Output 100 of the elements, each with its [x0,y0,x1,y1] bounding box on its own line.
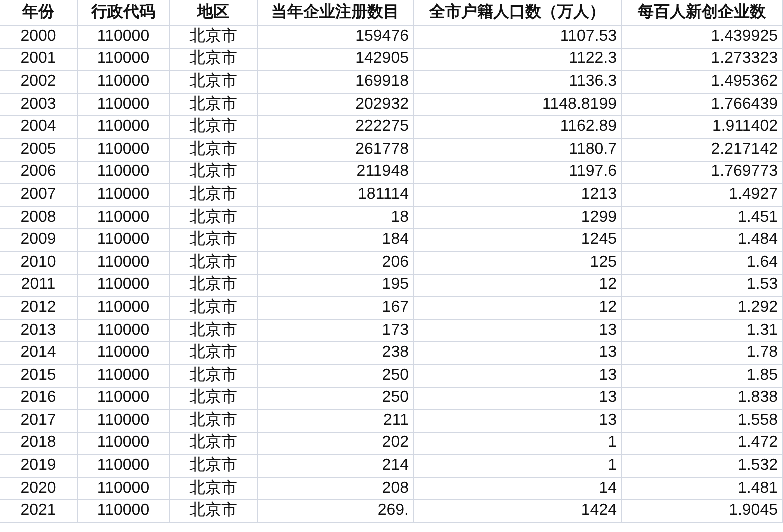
table-cell: 1.911402 [622,116,783,139]
table-cell: 2014 [0,342,78,365]
table-cell: 北京市 [170,297,258,320]
table-cell: 北京市 [170,71,258,94]
table-cell: 1.9045 [622,500,783,524]
table-cell: 110000 [78,162,170,184]
column-header: 当年企业注册数目 [258,0,414,26]
table-cell: 110000 [78,500,170,524]
table-cell: 110000 [78,432,170,456]
table-cell: 167 [258,297,414,320]
table-cell: 125 [414,252,622,275]
table-cell: 1.53 [622,274,783,298]
table-cell: 北京市 [170,162,258,184]
table-cell: 13 [414,388,622,410]
table-cell: 142905 [258,48,414,72]
table-cell: 1.439925 [622,26,783,49]
table-cell: 2017 [0,410,78,433]
table-cell: 2018 [0,432,78,456]
table-cell: 2000 [0,26,78,49]
table-cell: 2005 [0,138,78,162]
table-cell: 110000 [78,297,170,320]
table-cell: 北京市 [170,364,258,388]
table-cell: 12 [414,297,622,320]
table-cell: 13 [414,364,622,388]
table-cell: 1.64 [622,252,783,275]
table-cell: 1.78 [622,342,783,365]
table-cell: 250 [258,388,414,410]
table-cell: 1.484 [622,229,783,252]
table-cell: 1424 [414,500,622,524]
table-cell: 110000 [78,410,170,433]
table-cell: 18 [258,206,414,230]
table-cell: 110000 [78,274,170,298]
table-cell: 1.4927 [622,184,783,207]
table-cell: 1299 [414,206,622,230]
table-cell: 110000 [78,184,170,207]
table-cell: 110000 [78,252,170,275]
table-cell: 北京市 [170,252,258,275]
table-cell: 222275 [258,116,414,139]
column-header: 年份 [0,0,78,26]
table-cell: 238 [258,342,414,365]
table-cell: 211948 [258,162,414,184]
table-cell: 12 [414,274,622,298]
table-cell: 2006 [0,162,78,184]
table-cell: 110000 [78,342,170,365]
table-cell: 110000 [78,478,170,500]
table-cell: 北京市 [170,48,258,72]
table-cell: 110000 [78,320,170,342]
table-cell: 北京市 [170,229,258,252]
table-cell: 1136.3 [414,71,622,94]
table-cell: 211 [258,410,414,433]
table-cell: 214 [258,455,414,478]
table-cell: 1.292 [622,297,783,320]
table-cell: 13 [414,410,622,433]
column-header: 全市户籍人口数（万人） [414,0,622,26]
table-cell: 1 [414,432,622,456]
table-cell: 110000 [78,48,170,72]
table-cell: 110000 [78,71,170,94]
table-cell: 2001 [0,48,78,72]
table-cell: 1.451 [622,206,783,230]
table-cell: 184 [258,229,414,252]
table-cell: 2010 [0,252,78,275]
table-cell: 1.495362 [622,71,783,94]
table-cell: 2015 [0,364,78,388]
table-cell: 202 [258,432,414,456]
table-cell: 北京市 [170,184,258,207]
table-cell: 1197.6 [414,162,622,184]
table-cell: 1107.53 [414,26,622,49]
table-cell: 1.838 [622,388,783,410]
table-cell: 北京市 [170,26,258,49]
table-cell: 169918 [258,71,414,94]
table-cell: 110000 [78,116,170,139]
table-cell: 2021 [0,500,78,524]
table-cell: 250 [258,364,414,388]
table-cell: 北京市 [170,432,258,456]
table-cell: 2007 [0,184,78,207]
table-cell: 2012 [0,297,78,320]
table-cell: 1.558 [622,410,783,433]
column-header: 行政代码 [78,0,170,26]
table-cell: 261778 [258,138,414,162]
table-cell: 1.472 [622,432,783,456]
table-cell: 1122.3 [414,48,622,72]
table-cell: 1.766439 [622,94,783,116]
table-cell: 北京市 [170,320,258,342]
table-cell: 110000 [78,138,170,162]
table-cell: 13 [414,342,622,365]
table-cell: 195 [258,274,414,298]
table-cell: 13 [414,320,622,342]
table-cell: 1.532 [622,455,783,478]
column-header: 每百人新创企业数 [622,0,783,26]
table-cell: 2016 [0,388,78,410]
table-cell: 北京市 [170,388,258,410]
table-cell: 1148.8199 [414,94,622,116]
table-cell: 北京市 [170,478,258,500]
table-cell: 110000 [78,94,170,116]
table-cell: 1.769773 [622,162,783,184]
table-cell: 1162.89 [414,116,622,139]
table-cell: 14 [414,478,622,500]
table-cell: 1.273323 [622,48,783,72]
table-cell: 2020 [0,478,78,500]
table-cell: 北京市 [170,500,258,524]
